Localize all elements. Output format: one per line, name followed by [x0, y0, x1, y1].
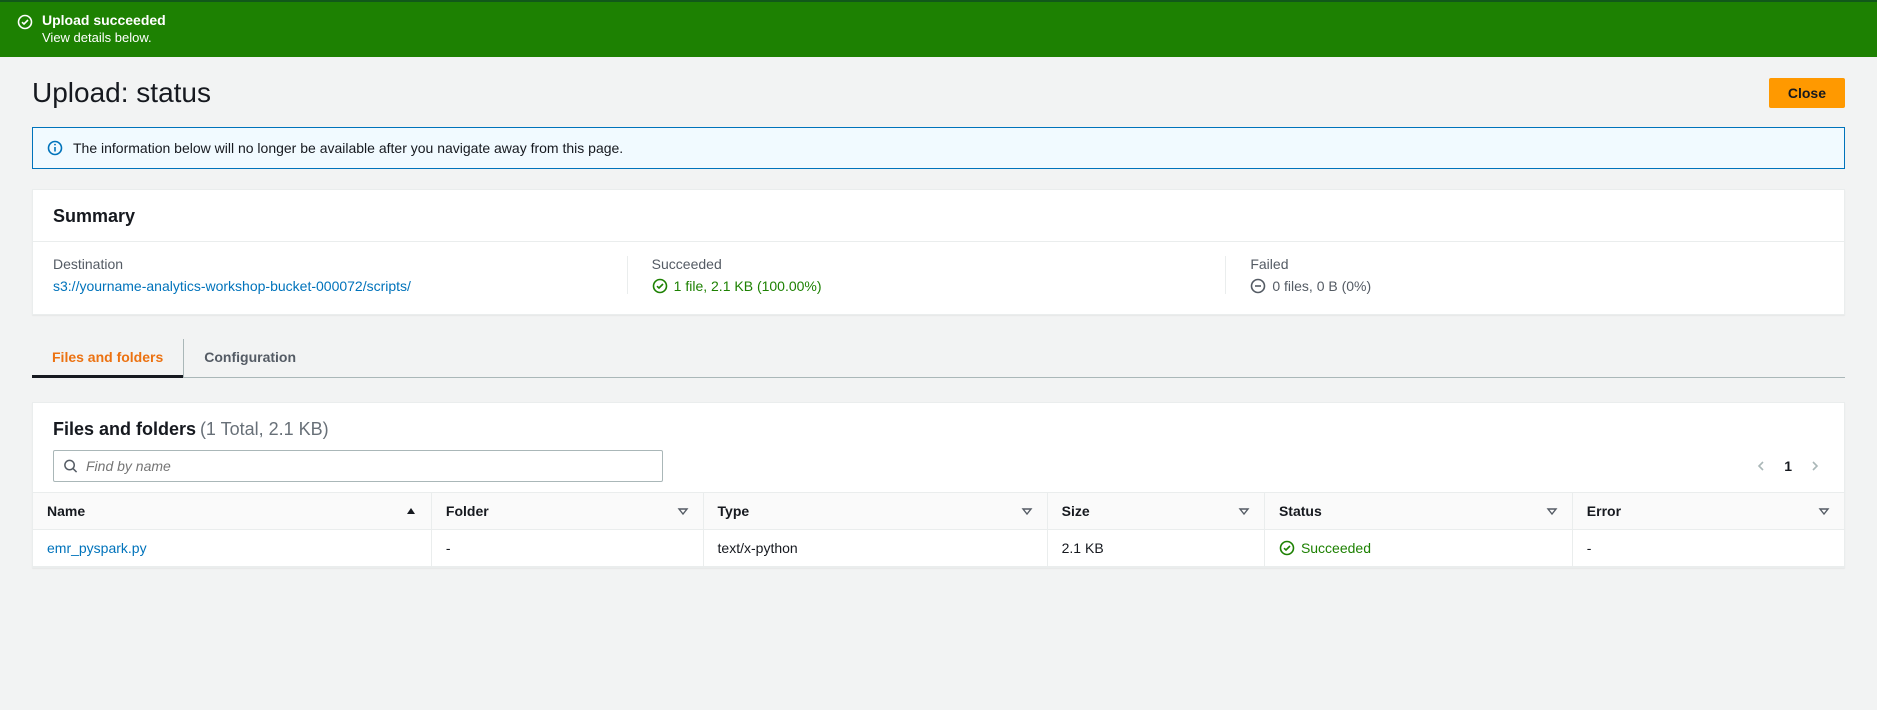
sort-icon: [1021, 505, 1033, 517]
info-text: The information below will no longer be …: [73, 140, 623, 156]
tab-configuration[interactable]: Configuration: [183, 339, 316, 377]
failed-value: 0 files, 0 B (0%): [1250, 278, 1804, 294]
files-meta: (1 Total, 2.1 KB): [200, 419, 329, 439]
pagination: 1: [1752, 457, 1824, 475]
check-circle-icon: [16, 13, 34, 31]
sort-icon: [1818, 505, 1830, 517]
page-number: 1: [1784, 458, 1792, 474]
col-type[interactable]: Type: [703, 493, 1047, 530]
cell-size: 2.1 KB: [1047, 530, 1264, 567]
close-button[interactable]: Close: [1769, 78, 1845, 108]
minus-circle-icon: [1250, 278, 1266, 294]
banner-title: Upload succeeded: [42, 12, 166, 28]
succeeded-value: 1 file, 2.1 KB (100.00%): [652, 278, 1206, 294]
cell-folder: -: [431, 530, 703, 567]
search-input[interactable]: [53, 450, 663, 482]
cell-type: text/x-python: [703, 530, 1047, 567]
banner-subtitle: View details below.: [42, 30, 166, 45]
check-circle-icon: [1279, 540, 1295, 556]
col-size[interactable]: Size: [1047, 493, 1264, 530]
col-status[interactable]: Status: [1264, 493, 1572, 530]
files-panel: Files and folders (1 Total, 2.1 KB) 1: [32, 402, 1845, 568]
cell-status: Succeeded: [1279, 540, 1558, 556]
table-row: emr_pyspark.py - text/x-python 2.1 KB: [33, 530, 1844, 567]
prev-page-button[interactable]: [1752, 457, 1770, 475]
destination-link[interactable]: s3://yourname-analytics-workshop-bucket-…: [53, 278, 607, 294]
files-heading: Files and folders: [53, 419, 196, 439]
tabs: Files and folders Configuration: [32, 339, 1845, 378]
summary-heading: Summary: [53, 206, 1824, 227]
col-name[interactable]: Name: [33, 493, 431, 530]
page-title: Upload: status: [32, 77, 211, 109]
summary-panel: Summary Destination s3://yourname-analyt…: [32, 189, 1845, 315]
tab-files-and-folders[interactable]: Files and folders: [32, 339, 183, 377]
info-alert: The information below will no longer be …: [32, 127, 1845, 169]
info-icon: [47, 140, 63, 156]
sort-icon: [1546, 505, 1558, 517]
col-folder[interactable]: Folder: [431, 493, 703, 530]
destination-label: Destination: [53, 256, 607, 272]
check-circle-icon: [652, 278, 668, 294]
file-name-link[interactable]: emr_pyspark.py: [47, 540, 147, 556]
sort-asc-icon: [405, 505, 417, 517]
sort-icon: [677, 505, 689, 517]
failed-label: Failed: [1250, 256, 1804, 272]
success-banner: Upload succeeded View details below.: [0, 0, 1877, 57]
next-page-button[interactable]: [1806, 457, 1824, 475]
col-error[interactable]: Error: [1572, 493, 1844, 530]
sort-icon: [1238, 505, 1250, 517]
succeeded-label: Succeeded: [652, 256, 1206, 272]
files-table: Name Folder: [33, 492, 1844, 567]
cell-error: -: [1572, 530, 1844, 567]
